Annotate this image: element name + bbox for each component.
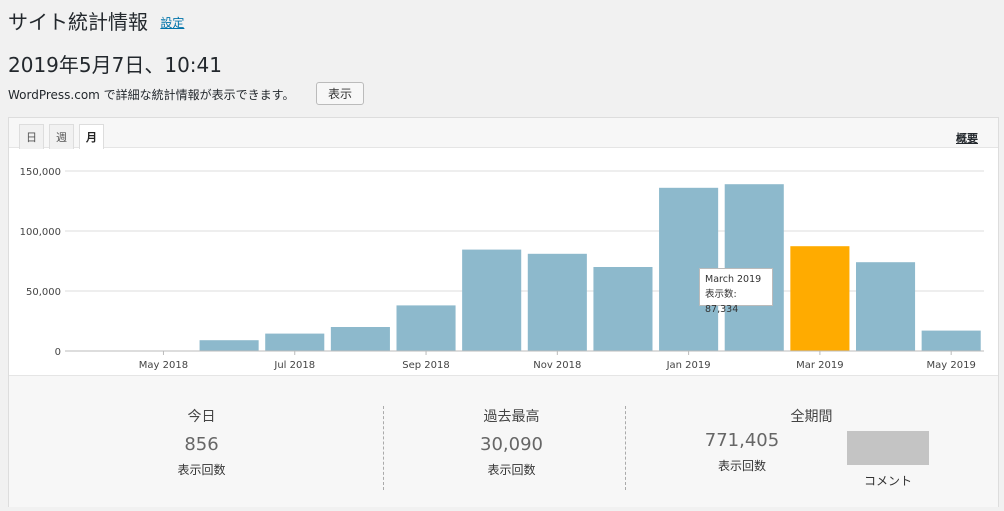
x-tick-label: May 2019	[927, 360, 976, 371]
x-tick-label: Nov 2018	[533, 360, 581, 371]
stat-today-sub: 表示回数	[177, 463, 226, 477]
views-bar-chart: 150,000 100,000 50,000 0 May 2018 Jul 2018 Sep…	[20, 167, 984, 371]
stat-best: 過去最高 30,090 表示回数	[439, 406, 584, 478]
stat-today-value: 856	[184, 434, 219, 455]
x-tick-label: Mar 2019	[796, 360, 844, 371]
stat-divider	[625, 406, 626, 490]
stats-panel: 日 週 月 概要 150,000 100,000 50,000 0 May 2018 Ju…	[8, 117, 999, 507]
tab-week[interactable]: 週	[49, 124, 74, 149]
show-button[interactable]: 表示	[316, 82, 364, 105]
settings-link[interactable]: 設定	[160, 16, 184, 30]
x-tick-label: May 2018	[139, 360, 188, 371]
bar	[527, 253, 587, 351]
bar	[593, 267, 653, 351]
page-title-text: サイト統計情報	[8, 10, 148, 34]
x-tick-label: Jul 2018	[273, 360, 315, 371]
bar	[330, 327, 390, 351]
bar	[790, 246, 850, 351]
stat-divider	[383, 406, 384, 490]
bar	[921, 330, 981, 351]
stat-all: 771,405 表示回数	[677, 406, 807, 474]
page-title: サイト統計情報 設定	[8, 6, 184, 35]
tab-day[interactable]: 日	[19, 124, 44, 149]
tooltip-title: March 2019	[705, 274, 762, 285]
tab-month[interactable]: 月	[79, 124, 104, 149]
stats-summary: 今日 856 表示回数 過去最高 30,090 表示回数 全期間 771,405…	[9, 375, 998, 507]
panel-header: 日 週 月 概要	[9, 118, 998, 149]
bar	[396, 305, 456, 351]
y-tick-label: 0	[55, 347, 61, 358]
stat-best-label: 過去最高	[483, 409, 540, 425]
x-tick-label: Jan 2019	[666, 360, 711, 371]
bar	[265, 333, 325, 351]
stat-comment-label: コメント	[863, 474, 912, 488]
summary-link[interactable]: 概要	[956, 130, 978, 146]
chart-tooltip: March 2019 表示数: 87,334	[699, 268, 773, 315]
stat-today-label: 今日	[187, 409, 216, 425]
stat-all-sub: 表示回数	[717, 459, 766, 473]
bar	[855, 262, 916, 351]
x-tick-label: Sep 2018	[402, 360, 449, 371]
views-chart: 150,000 100,000 50,000 0 May 2018 Jul 2018 Sep…	[9, 149, 998, 374]
stat-today: 今日 856 表示回数	[129, 406, 274, 478]
tooltip-text: 表示数: 87,334	[705, 289, 739, 315]
stat-all-value: 771,405	[704, 430, 780, 451]
bar	[199, 340, 259, 351]
bar	[462, 249, 522, 351]
y-tick-label: 50,000	[26, 287, 61, 298]
redacted-comment-count	[847, 431, 929, 465]
current-datetime: 2019年5月7日、10:41	[8, 53, 222, 77]
stat-best-value: 30,090	[480, 434, 543, 455]
y-tick-label: 150,000	[20, 167, 61, 178]
stat-best-sub: 表示回数	[487, 463, 536, 477]
wpcom-notice: WordPress.com で詳細な統計情報が表示できます。	[8, 88, 295, 102]
y-tick-label: 100,000	[20, 227, 61, 238]
